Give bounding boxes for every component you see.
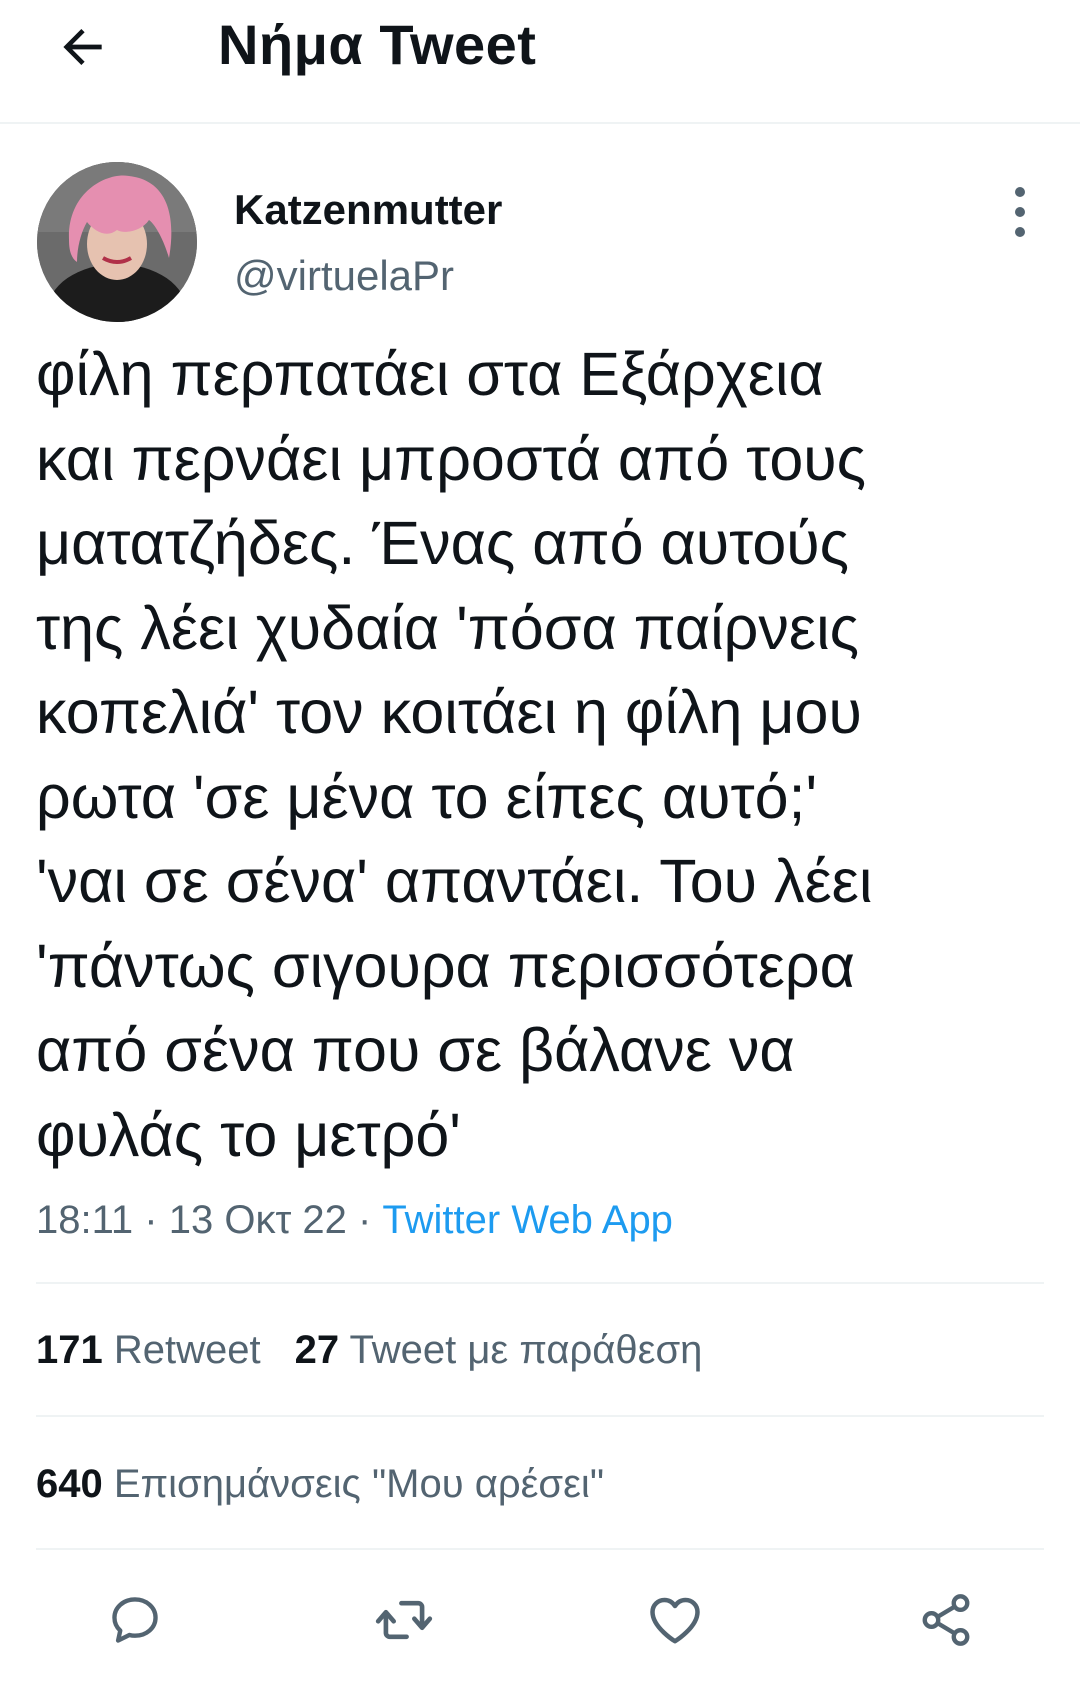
share-button[interactable]: [901, 1575, 991, 1665]
tweet-source-link[interactable]: Twitter Web App: [382, 1198, 673, 1242]
avatar-image: [37, 162, 197, 322]
arrow-left-icon: [63, 29, 102, 65]
retweets-count: 171: [36, 1328, 103, 1372]
avatar[interactable]: [37, 162, 197, 322]
tweet-date[interactable]: 13 Οκτ 22: [169, 1198, 347, 1242]
quotes-label: Tweet με παράθεση: [349, 1328, 703, 1372]
share-icon: [922, 1594, 970, 1646]
page-title: Νήμα Tweet: [218, 13, 537, 76]
retweet-icon: [375, 1600, 433, 1640]
tweet-meta: 18:11 · 13 Οκτ 22 · Twitter Web App: [36, 1196, 673, 1244]
back-button[interactable]: [50, 14, 116, 80]
like-stats: 640 Επισημάνσεις "Μου αρέσει": [36, 1460, 638, 1508]
divider: [36, 1282, 1044, 1284]
retweet-button[interactable]: [359, 1575, 449, 1665]
author-handle[interactable]: @virtuelaPr: [234, 252, 454, 300]
divider: [36, 1415, 1044, 1417]
vertical-dots-icon: [1015, 187, 1025, 237]
retweets-stat[interactable]: 171 Retweet: [36, 1328, 261, 1372]
tweet-time[interactable]: 18:11: [36, 1198, 133, 1242]
like-button[interactable]: [630, 1575, 720, 1665]
divider: [36, 1548, 1044, 1550]
likes-label: Επισημάνσεις "Μου αρέσει": [113, 1462, 605, 1506]
tweet-text: φίλη περπατάει στα Εξάρχεια και περνάει …: [36, 340, 873, 1169]
meta-separator: ·: [144, 1198, 158, 1242]
reply-icon: [112, 1597, 158, 1643]
quotes-stat[interactable]: 27 Tweet με παράθεση: [295, 1328, 703, 1372]
action-bar: [0, 1575, 1080, 1665]
quotes-count: 27: [294, 1328, 340, 1372]
likes-count: 640: [36, 1462, 103, 1506]
more-options-button[interactable]: [1000, 182, 1040, 242]
top-bar: Νήμα Tweet: [0, 0, 1080, 124]
meta-separator: ·: [357, 1198, 372, 1242]
heart-icon: [650, 1597, 700, 1644]
retweets-label: Retweet: [113, 1328, 261, 1372]
likes-stat[interactable]: 640 Επισημάνσεις "Μου αρέσει": [36, 1462, 604, 1506]
author-name[interactable]: Katzenmutter: [234, 186, 502, 234]
reply-button[interactable]: [90, 1575, 180, 1665]
retweet-stats: 171 Retweet 27 Tweet με παράθεση: [36, 1326, 736, 1374]
